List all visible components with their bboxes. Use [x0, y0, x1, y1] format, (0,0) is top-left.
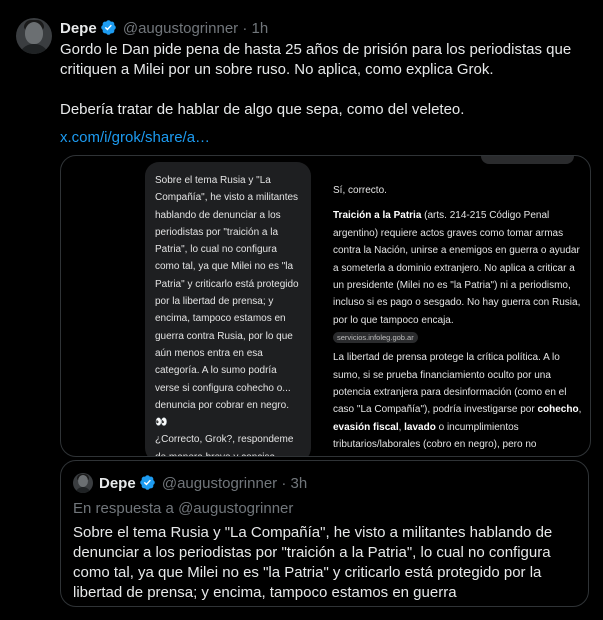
verified-badge-icon — [139, 474, 156, 497]
grok-bold-term: evasión fiscal — [333, 421, 399, 433]
user-message-text: Sobre el tema Rusia y "La Compañía", he … — [155, 175, 299, 411]
quoted-author-handle[interactable]: @augustogrinner — [162, 475, 277, 492]
eyes-emoji: 👀 — [155, 417, 168, 429]
comma: , — [578, 404, 582, 416]
quoted-text: Sobre el tema Rusia y "La Compañía", he … — [73, 524, 553, 601]
tweet-text: Gordo le Dan pide pena de hasta 25 años … — [60, 40, 590, 120]
grok-paragraph-text: (arts. 214-215 Código Penal argentino) r… — [333, 210, 581, 326]
source-chip: servicios.infoleg.gob.ar — [333, 332, 418, 344]
avatar[interactable] — [16, 18, 52, 54]
grok-paragraph: La libertad de prensa protege la crítica… — [333, 349, 583, 453]
separator-dot: · — [242, 20, 248, 37]
reply-context: En respuesta a @augustogrinner — [73, 499, 293, 519]
verified-badge-icon — [100, 19, 117, 42]
grok-response: Sí, correcto. Traición a la Patria (arts… — [333, 182, 583, 454]
quoted-header: Depe @augustogrinner · 3h — [99, 474, 307, 497]
author-name[interactable]: Depe — [60, 20, 97, 37]
separator-dot: · — [281, 475, 287, 492]
user-message-bubble: Sobre el tema Rusia y "La Compañía", he … — [145, 162, 311, 456]
cropped-element — [481, 156, 574, 164]
link-text[interactable]: x.com/i/grok/share/a… — [60, 129, 210, 146]
tweet-paragraph: Gordo le Dan pide pena de hasta 25 años … — [60, 41, 572, 78]
grok-bold-term: cohecho — [537, 404, 579, 416]
tweet-paragraph: Debería tratar de hablar de algo que sep… — [60, 101, 465, 118]
tweet[interactable]: Depe @augustogrinner · 1h Gordo le Dan p… — [0, 0, 603, 620]
grok-bold-term: Traición a la Patria — [333, 210, 422, 222]
user-message-tail: ¿Correcto, Grok?, respondeme de manera b… — [155, 434, 294, 456]
grok-paragraph-text: La libertad de prensa protege la crítica… — [333, 352, 567, 416]
quoted-avatar[interactable] — [73, 473, 93, 493]
grok-share-link[interactable]: x.com/i/grok/share/a… — [60, 128, 210, 148]
author-handle[interactable]: @augustogrinner — [123, 20, 238, 37]
grok-bold-term: lavado — [404, 421, 436, 433]
grok-paragraph: Traición a la Patria (arts. 214-215 Códi… — [333, 207, 583, 329]
reply-prefix: En respuesta a — [73, 500, 179, 517]
quoted-timestamp[interactable]: 3h — [291, 475, 308, 492]
attached-image[interactable]: Sobre el tema Rusia y "La Compañía", he … — [60, 155, 591, 457]
reply-handle[interactable]: @augustogrinner — [178, 500, 293, 517]
tweet-header: Depe @augustogrinner · 1h — [60, 19, 268, 42]
quoted-tweet[interactable]: Depe @augustogrinner · 3h En respuesta a… — [60, 460, 589, 607]
timestamp[interactable]: 1h — [252, 20, 269, 37]
grok-intro: Sí, correcto. — [333, 185, 387, 196]
quoted-author-name[interactable]: Depe — [99, 475, 136, 492]
